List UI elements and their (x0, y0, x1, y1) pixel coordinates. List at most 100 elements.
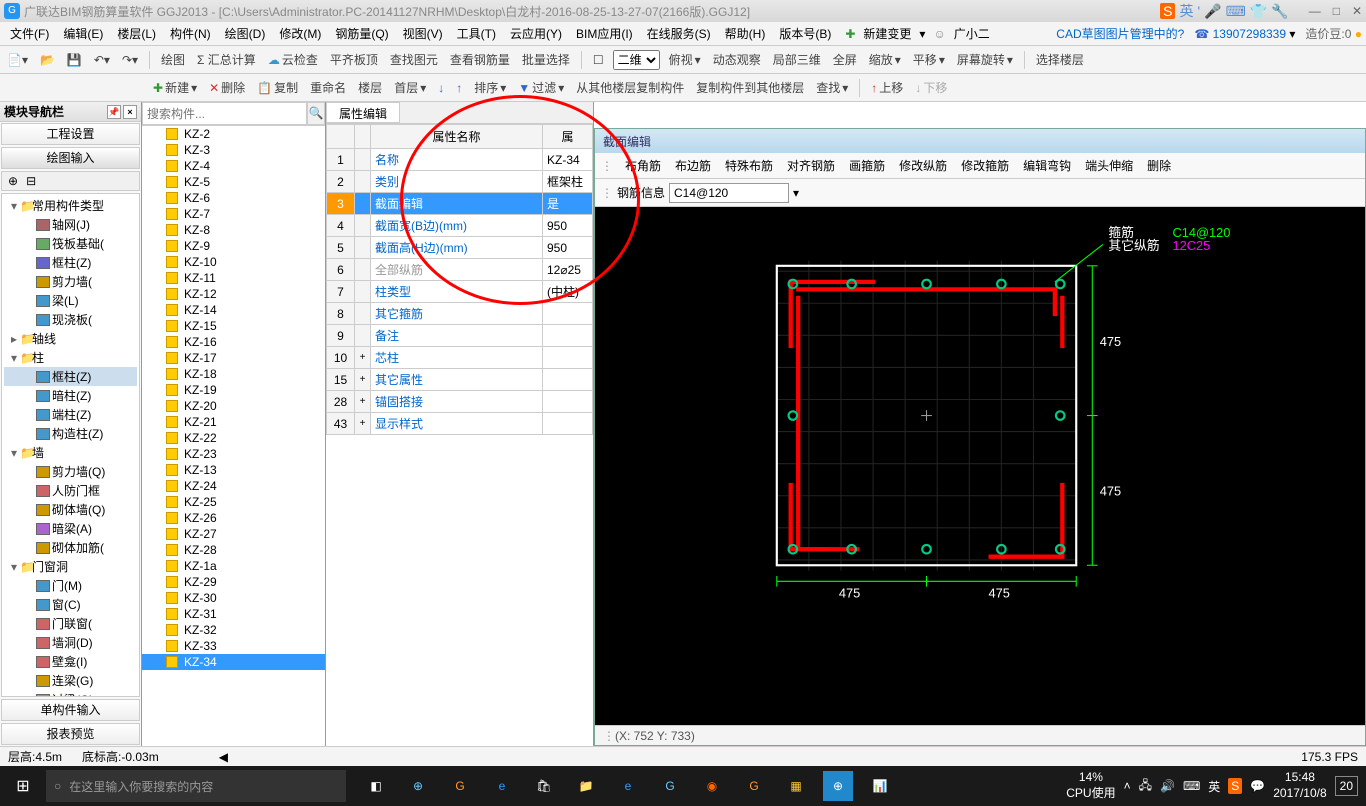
tree-node[interactable]: 梁(L) (4, 291, 137, 310)
search-input[interactable] (142, 102, 307, 125)
menu-floor[interactable]: 楼层(L) (111, 23, 162, 44)
property-row[interactable]: 8其它箍筋 (327, 303, 593, 325)
sectab-align[interactable]: 对齐钢筋 (785, 155, 837, 176)
tree-node[interactable]: 窗(C) (4, 595, 137, 614)
component-item[interactable]: KZ-20 (142, 398, 325, 414)
ime-mic-icon[interactable]: 🎤 (1204, 3, 1221, 20)
property-row[interactable]: 15+其它属性 (327, 369, 593, 391)
section-canvas[interactable]: 475 475 475 475 (595, 207, 1365, 725)
menu-bim[interactable]: BIM应用(I) (570, 23, 639, 44)
nav-pin-button[interactable]: 📌 (107, 105, 121, 119)
component-item[interactable]: KZ-5 (142, 174, 325, 190)
property-row[interactable]: 4截面宽(B边)(mm)950 (327, 215, 593, 237)
tb-selfloor[interactable]: 选择楼层 (1033, 50, 1087, 69)
sectab-hook[interactable]: 编辑弯钩 (1021, 155, 1073, 176)
tray-kbd-icon[interactable]: ⌨ (1183, 779, 1200, 793)
tree-node[interactable]: 剪力墙(Q) (4, 462, 137, 481)
tb2-find[interactable]: 查找▾ (813, 78, 851, 97)
ime-comma-icon[interactable]: ' (1197, 3, 1200, 19)
tb2-copyto[interactable]: 复制构件到其他楼层 (693, 78, 807, 97)
tb-open[interactable]: 📂 (37, 52, 58, 68)
property-tab[interactable]: 属性编辑 (326, 102, 400, 123)
component-item[interactable]: KZ-14 (142, 302, 325, 318)
nav-tree[interactable]: ▾📁常用构件类型轴网(J)筏板基础(框柱(Z)剪力墙(梁(L)现浇板(▸📁轴线▾… (1, 193, 140, 697)
tb-zoom[interactable]: 缩放▾ (866, 50, 904, 69)
component-item[interactable]: KZ-13 (142, 462, 325, 478)
menu-component[interactable]: 构件(N) (164, 23, 217, 44)
tb-dyn[interactable]: 动态观察 (710, 50, 764, 69)
tree-node[interactable]: ▸📁轴线 (4, 329, 137, 348)
tb2-up[interactable]: ↑上移 (868, 78, 906, 97)
component-item[interactable]: KZ-28 (142, 542, 325, 558)
taskbar-search[interactable]: ○ 在这里输入你要搜索的内容 (46, 770, 346, 802)
component-item[interactable]: KZ-29 (142, 574, 325, 590)
menu-tool[interactable]: 工具(T) (451, 23, 502, 44)
property-row[interactable]: 43+显示样式 (327, 413, 593, 435)
tb-find[interactable]: 查找图元 (387, 50, 441, 69)
tb-local3d[interactable]: 局部三维 (770, 50, 824, 69)
tray-net-icon[interactable]: 🖧 (1139, 776, 1152, 797)
tb2-filter[interactable]: ▼过滤▾ (515, 78, 567, 97)
tb-flat[interactable]: 平齐板顶 (327, 50, 381, 69)
tree-node[interactable]: 剪力墙( (4, 272, 137, 291)
tray-vol-icon[interactable]: 🔊 (1160, 779, 1175, 793)
component-item[interactable]: KZ-23 (142, 446, 325, 462)
component-item[interactable]: KZ-19 (142, 382, 325, 398)
tb-app8[interactable]: 📊 (860, 766, 900, 806)
tb-top[interactable]: 俯视▾ (666, 50, 704, 69)
tray-action[interactable]: 20 (1335, 776, 1358, 796)
component-item[interactable]: KZ-1a (142, 558, 325, 574)
nav-close-button[interactable]: × (123, 105, 137, 119)
property-row[interactable]: 28+锚固搭接 (327, 391, 593, 413)
menu-rebar[interactable]: 钢筋量(Q) (329, 23, 394, 44)
tree-node[interactable]: 现浇板( (4, 310, 137, 329)
tb2-sort-desc[interactable]: ↑ (453, 80, 465, 96)
tray-clock[interactable]: 15:482017/10/8 (1273, 770, 1326, 801)
start-button[interactable]: ⊞ (0, 766, 46, 806)
tb-pan[interactable]: 平移▾ (910, 50, 948, 69)
tree-node[interactable]: ▾📁墙 (4, 443, 137, 462)
tree-node[interactable]: 构造柱(Z) (4, 424, 137, 443)
component-item[interactable]: KZ-3 (142, 142, 325, 158)
nav-preview-button[interactable]: 报表预览 (1, 723, 140, 745)
tb2-rename[interactable]: 重命名 (307, 78, 349, 97)
tb-explorer[interactable]: 📁 (566, 766, 606, 806)
property-row[interactable]: 5截面高(H边)(mm)950 (327, 237, 593, 259)
property-row[interactable]: 2类别框架柱 (327, 171, 593, 193)
tree-node[interactable]: ▾📁柱 (4, 348, 137, 367)
tree-node[interactable]: 暗柱(Z) (4, 386, 137, 405)
component-item[interactable]: KZ-11 (142, 270, 325, 286)
tb-app6[interactable]: ▦ (776, 766, 816, 806)
tb2-floor[interactable]: 楼层 (355, 78, 385, 97)
tb-store[interactable]: 🛍 (524, 766, 564, 806)
menu-cloud[interactable]: 云应用(Y) (504, 23, 568, 44)
sectab-corner[interactable]: 布角筋 (623, 155, 663, 176)
tb2-copyfrom[interactable]: 从其他楼层复制构件 (573, 78, 687, 97)
component-item[interactable]: KZ-15 (142, 318, 325, 334)
ime-lang[interactable]: 英 (1179, 1, 1193, 21)
component-item[interactable]: KZ-26 (142, 510, 325, 526)
tb-sum[interactable]: Σ 汇总计算 (194, 50, 259, 69)
tb2-sort-asc[interactable]: ↓ (435, 80, 447, 96)
tree-node[interactable]: 轴网(J) (4, 215, 137, 234)
menu-version[interactable]: 版本号(B) (773, 23, 837, 44)
component-item[interactable]: KZ-17 (142, 350, 325, 366)
component-item[interactable]: KZ-2 (142, 126, 325, 142)
menu-draw[interactable]: 绘图(D) (219, 23, 272, 44)
component-item[interactable]: KZ-4 (142, 158, 325, 174)
tb2-del[interactable]: ✕删除 (206, 78, 248, 97)
tree-node[interactable]: ▾📁门窗洞 (4, 557, 137, 576)
menu-modify[interactable]: 修改(M) (273, 23, 327, 44)
ime-kbd-icon[interactable]: ⌨ (1226, 3, 1246, 20)
component-item[interactable]: KZ-32 (142, 622, 325, 638)
sectab-modlong[interactable]: 修改纵筋 (897, 155, 949, 176)
component-item[interactable]: KZ-8 (142, 222, 325, 238)
maximize-button[interactable]: □ (1333, 4, 1340, 18)
sectab-extend[interactable]: 端头伸缩 (1083, 155, 1135, 176)
tb-new[interactable]: 📄▾ (4, 52, 31, 68)
nav-tool2-icon[interactable]: ⊟ (26, 174, 36, 188)
tray-ime[interactable]: 英 (1208, 778, 1220, 795)
tb-rot[interactable]: 屏幕旋转▾ (954, 50, 1016, 69)
tree-node[interactable]: 筏板基础( (4, 234, 137, 253)
component-item[interactable]: KZ-33 (142, 638, 325, 654)
